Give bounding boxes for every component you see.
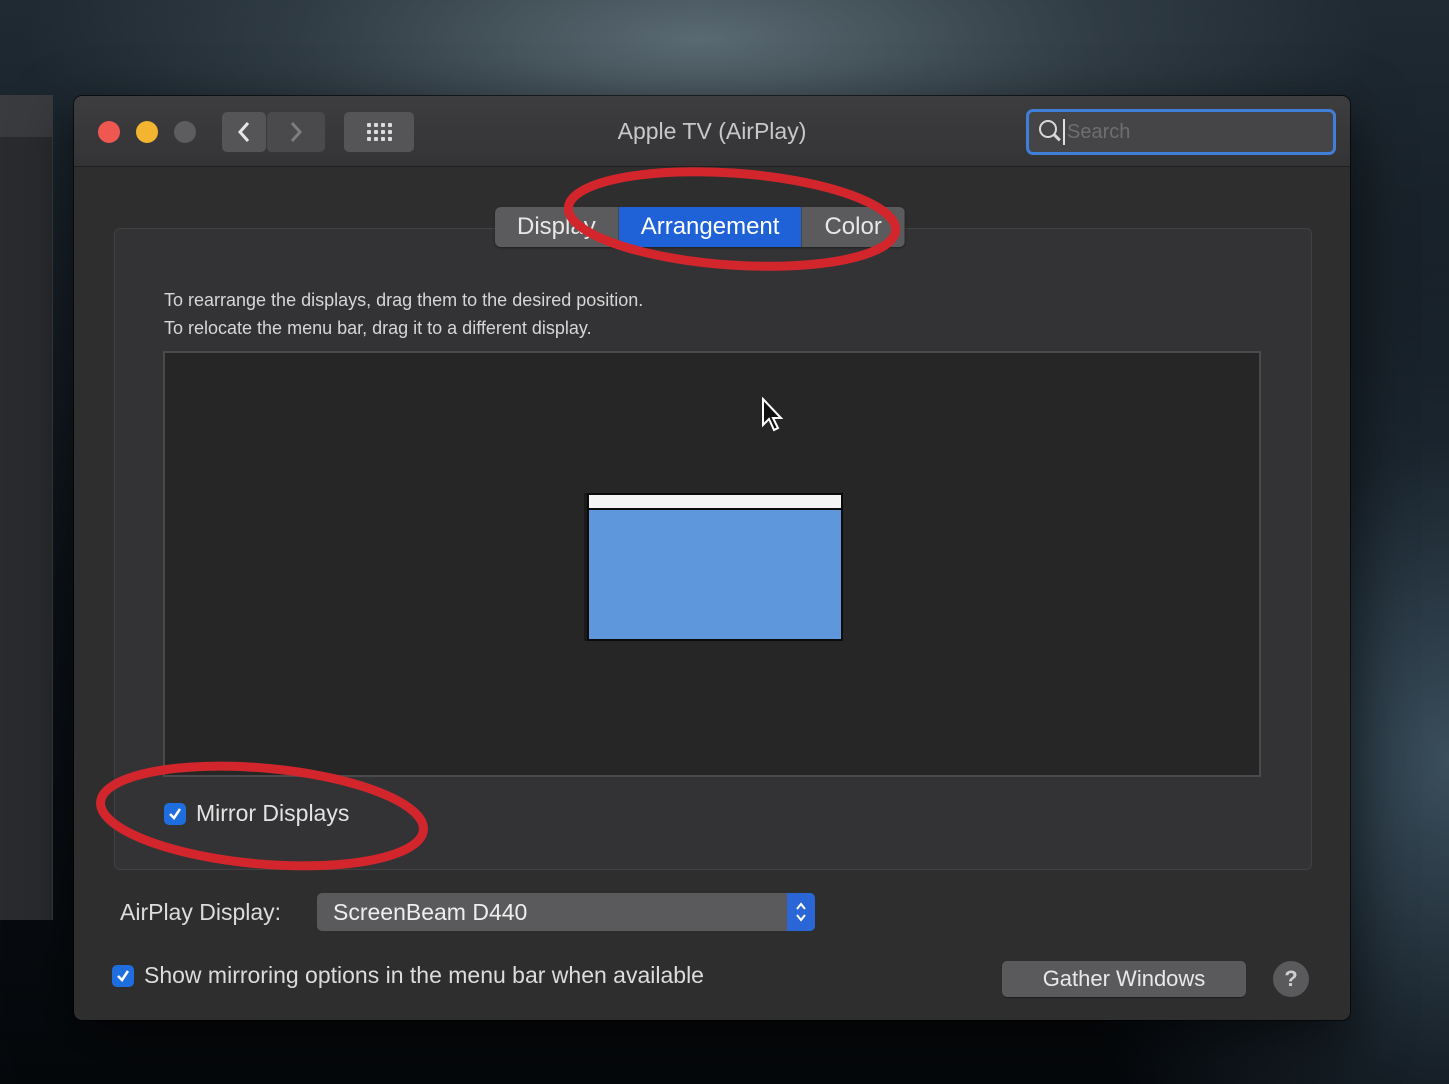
airplay-display-label: AirPlay Display: (120, 899, 282, 925)
search-input[interactable] (1065, 119, 1319, 145)
background-window-toolbar (0, 95, 52, 137)
tab-bar: Display Arrangement Color (495, 207, 905, 247)
show-mirroring-checkbox[interactable] (112, 964, 134, 987)
mirror-displays-label[interactable]: Mirror Displays (196, 800, 349, 827)
tab-color[interactable]: Color (802, 207, 905, 247)
mirror-displays-checkbox[interactable] (164, 802, 186, 825)
search-field[interactable] (1026, 109, 1336, 155)
popup-arrows-icon (787, 893, 815, 931)
airplay-display-select[interactable]: ScreenBeam D440 (317, 893, 815, 931)
display-arrangement-area[interactable] (163, 351, 1261, 777)
gather-windows-button[interactable]: Gather Windows (1002, 961, 1246, 997)
checkmark-icon (117, 969, 130, 982)
mouse-pointer-icon (762, 397, 784, 432)
show-mirroring-option[interactable]: Show mirroring options in the menu bar w… (112, 962, 704, 989)
display-thumbnail[interactable] (587, 493, 843, 641)
airplay-display-value: ScreenBeam D440 (333, 899, 528, 925)
search-icon (1035, 117, 1065, 147)
instructions: To rearrange the displays, drag them to … (164, 286, 643, 342)
checkmark-icon (169, 807, 182, 820)
tab-arrangement[interactable]: Arrangement (618, 207, 803, 247)
menu-bar-indicator[interactable] (589, 495, 841, 510)
mirror-displays-option[interactable]: Mirror Displays (164, 800, 349, 827)
background-window (0, 95, 53, 920)
help-icon[interactable]: ? (1273, 961, 1309, 997)
instruction-line-2: To relocate the menu bar, drag it to a d… (164, 318, 592, 338)
show-mirroring-label[interactable]: Show mirroring options in the menu bar w… (144, 962, 704, 989)
instruction-line-1: To rearrange the displays, drag them to … (164, 290, 644, 310)
tab-display[interactable]: Display (495, 207, 619, 247)
title-bar: Apple TV (AirPlay) (74, 96, 1350, 167)
preferences-window: Apple TV (AirPlay) Display Arrangement C… (74, 96, 1350, 1020)
